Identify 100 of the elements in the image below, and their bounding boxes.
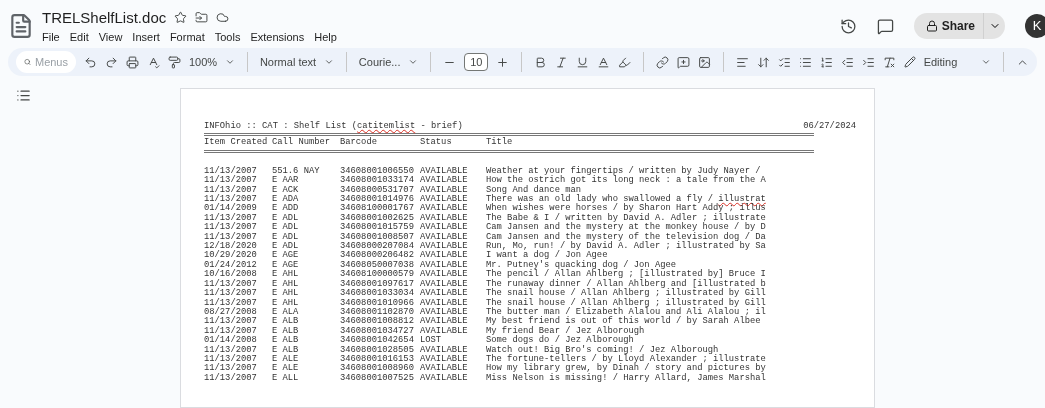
plus-icon[interactable] [496,55,510,69]
table-cell-text: 11/13/2007 [204,223,258,233]
table-cell-text: E ADL [272,242,300,252]
bold-icon[interactable] [534,55,548,69]
star-icon[interactable] [174,11,188,25]
mode-dropdown[interactable]: Editing [903,53,992,71]
table-cell-text: AVAILABLE [420,289,469,299]
line-spacing-icon[interactable] [756,55,770,69]
table-cell-text: 34608050007038 [340,260,415,270]
table-cell-text: AVAILABLE [420,204,469,214]
menu-item[interactable]: View [98,29,123,46]
menu-item[interactable]: Extensions [250,29,305,46]
comment-icon[interactable] [876,17,894,35]
table-cell-text: 34608001016153 [340,354,415,364]
table-cell-text: 34608001008812 [340,317,415,327]
table-cell-text: 11/13/2007 [204,166,258,176]
spellcheck-icon[interactable] [147,55,160,69]
paint-format-icon[interactable] [168,55,181,69]
share-button[interactable]: Share [913,13,983,39]
table-cell-text: 11/13/2007 [204,232,258,242]
table-cell-text: AVAILABLE [420,270,469,280]
table-cell-text: E ADA [272,195,300,205]
table-cell-text: AVAILABLE [420,364,469,374]
table-cell-text: E AHL [272,279,300,289]
align-icon[interactable] [735,55,749,69]
menu-item[interactable]: Insert [132,29,160,46]
pencil-icon [903,56,916,68]
table-cell-text: 11/13/2007 [204,373,258,384]
folder-icon[interactable] [195,11,209,25]
underline-icon[interactable] [576,55,590,69]
table-cell-text: 01/14/2009 [204,204,258,214]
table-cell-text: 34608001034727 [340,326,415,336]
highlighter-icon[interactable] [618,55,632,69]
menu-item[interactable]: Format [169,29,205,46]
table-cell-text: 10/29/2020 [204,251,258,261]
history-icon[interactable] [839,17,857,35]
table-cell-text: E AHL [272,289,300,299]
table-cell-text: E ADD [272,204,300,214]
image-icon[interactable] [697,55,711,69]
table-cell-text: Cam Jansen and the mystery at the monkey house / by D [486,223,767,233]
indent-decrease-icon[interactable] [840,55,854,69]
menu-item[interactable]: File [42,29,60,46]
table-cell-text: The snail house / Allan Ahlberg ; illustrated by Gill [486,289,767,299]
search-icon [24,56,31,68]
table-cell-text: The fortune-tellers / by Lloyd Alexander ; illustrate [486,354,767,364]
caret-icon [981,57,992,67]
table-cell-text: How my library grew, by Dinah / story and pictures by [486,364,767,374]
style-dropdown[interactable]: Normal text [259,53,335,71]
table-cell-text: The pencil / Allan Ahlberg ; [illustrated by] Bruce I [486,270,767,280]
table-cell-text: When wishes were horses / by Sharon Hart Addy ; illus [486,204,767,214]
table-cell-text: My friend Bear / Jez Alborough [486,326,646,336]
table-cell-text: 34608001033174 [340,176,415,186]
report-title: INFOhio :: CAT : Shelf List (catitemlist - brief) [204,122,463,132]
table-cell-text: Song And dance man [486,185,582,195]
numbered-list-icon[interactable] [819,55,833,69]
text-color-icon[interactable] [597,55,611,69]
italic-icon[interactable] [555,55,569,69]
table-cell-text: 34608001002625 [340,213,415,223]
menu-item[interactable]: Tools [214,29,241,46]
menu-item[interactable]: Edit [69,29,89,46]
add-comment-icon[interactable] [676,55,690,69]
column-header: Barcode [340,138,378,148]
table-cell-text: E AAR [272,176,300,186]
undo-icon[interactable] [84,55,97,69]
outline-icon[interactable] [16,88,31,103]
table-cell-text: 34608000207084 [340,242,415,252]
bullet-list-icon[interactable] [798,55,812,69]
table-cell-text: AVAILABLE [420,354,469,364]
table-cell-text: 01/14/2008 [204,336,258,346]
avatar[interactable]: K [1025,14,1045,38]
table-cell-text: 11/13/2007 [204,326,258,336]
table-cell-text: 11/13/2007 [204,354,258,364]
table-cell-text: AVAILABLE [420,345,469,355]
table-cell-text: 34608100000579 [340,270,415,280]
document-title[interactable]: TRELShelfList.doc [42,6,167,29]
font-size-field[interactable]: 10 [464,53,489,71]
link-icon[interactable] [655,55,669,69]
table-cell-text: 34608001007525 [340,373,415,384]
table-cell-text: AVAILABLE [420,223,469,233]
caret-icon [225,57,236,67]
caret-icon [408,57,419,67]
table-cell-text: 11/13/2007 [204,317,258,327]
table-cell-text: AVAILABLE [420,166,469,176]
redo-icon[interactable] [105,55,118,69]
zoom-dropdown[interactable]: 100% [189,53,236,71]
checklist-icon[interactable] [777,55,791,69]
font-dropdown[interactable]: Courie... [358,53,419,71]
menu-item[interactable]: Help [314,29,337,46]
indent-increase-icon[interactable] [861,55,875,69]
table-cell-text: E ACK [272,185,300,195]
table-cell-text: AVAILABLE [420,251,469,261]
table-cell-text: E ALB [272,326,300,336]
table-cell-text: 34608001042654 [340,336,415,346]
document-logo-icon[interactable] [8,13,34,39]
table-cell-text: 34608001097617 [340,279,415,289]
print-icon[interactable] [126,55,139,69]
table-cell-text: AVAILABLE [420,185,469,195]
clear-formatting-icon[interactable] [882,55,896,69]
table-cell-text: The butter man / Elizabeth Alalou and Ali Alalou ; il [486,307,767,317]
cloud-icon[interactable] [216,11,230,25]
